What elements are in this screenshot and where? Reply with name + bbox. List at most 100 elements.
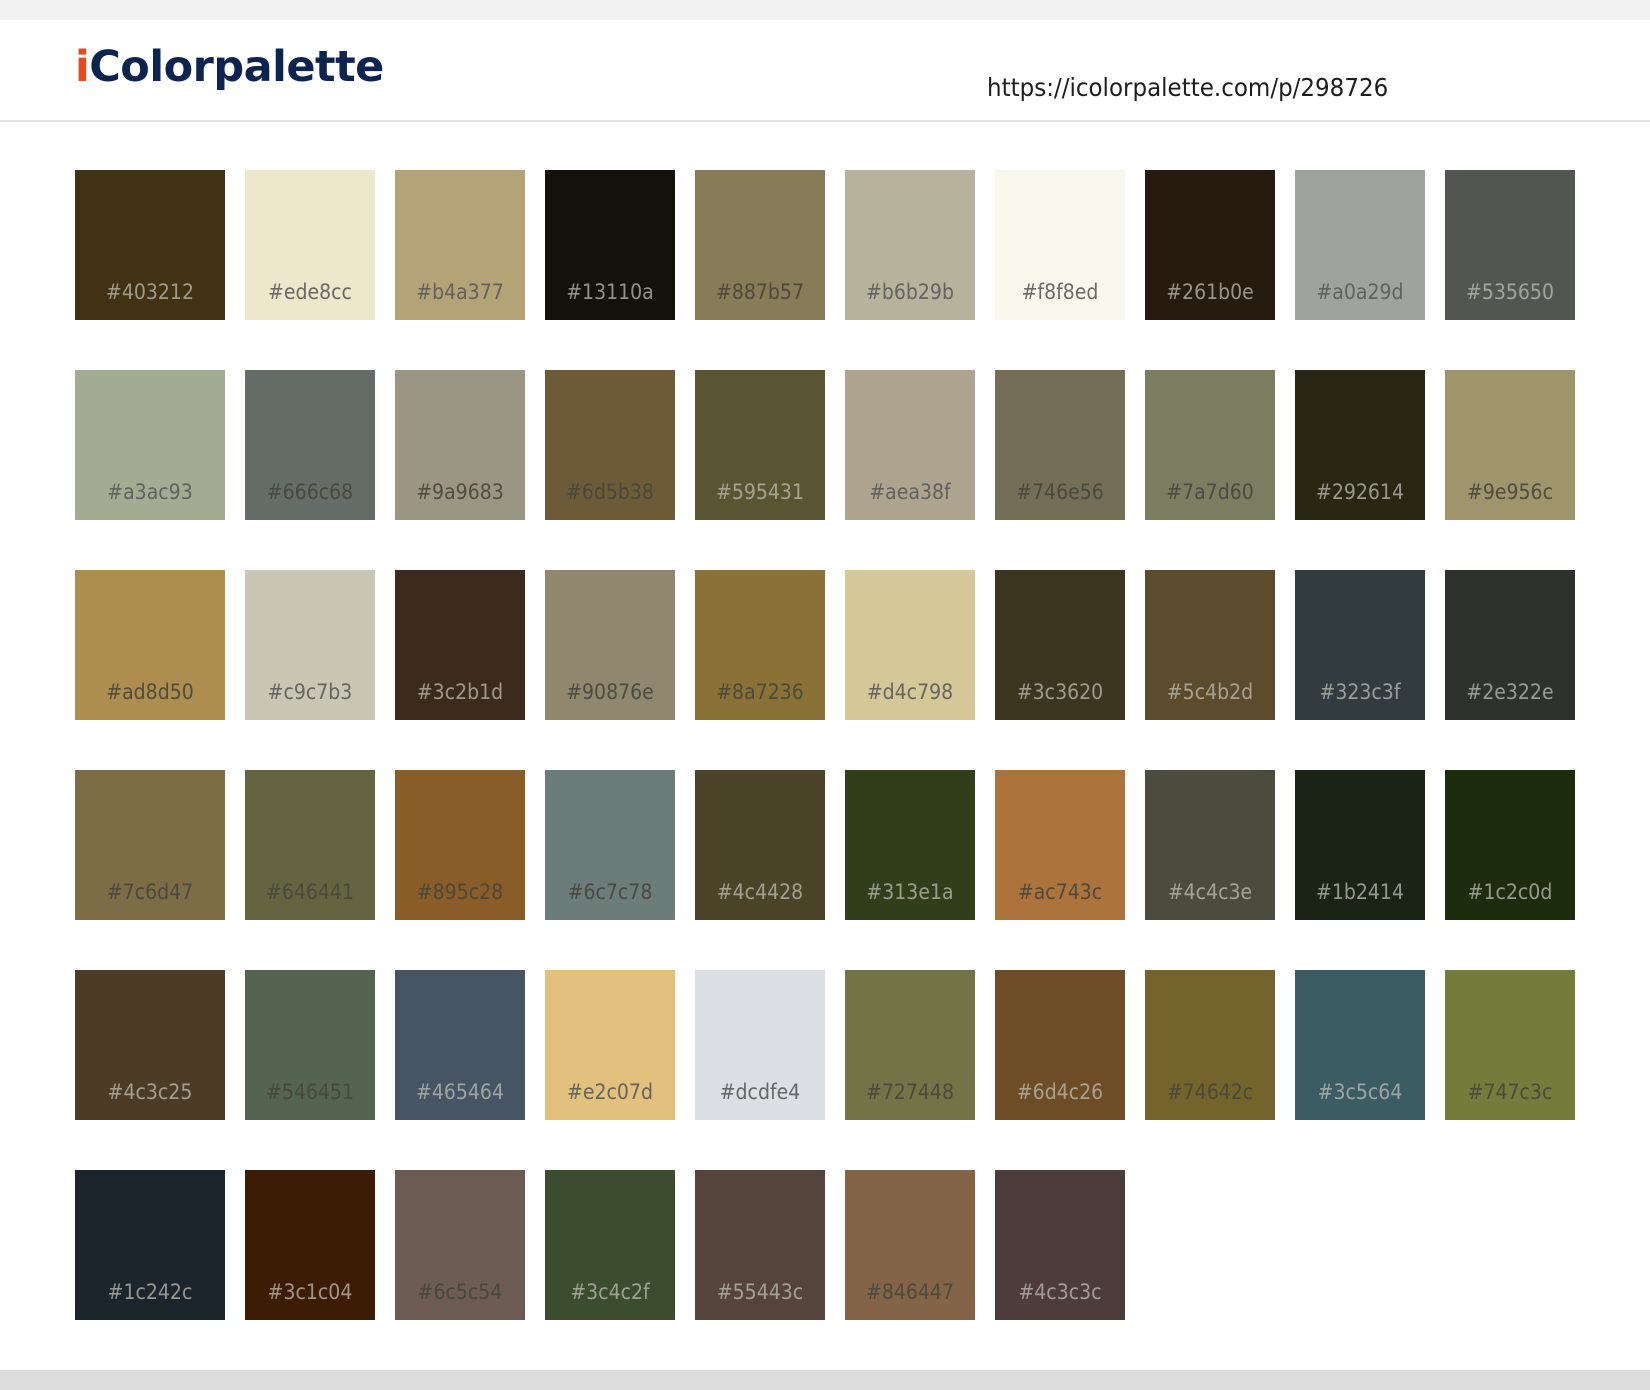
color-swatch[interactable]: #465464 xyxy=(395,970,525,1120)
color-swatch[interactable]: #746e56 xyxy=(995,370,1125,520)
color-hex-label: #b4a377 xyxy=(416,280,504,304)
color-hex-label: #4c3c3c xyxy=(1018,1280,1102,1304)
color-hex-label: #535650 xyxy=(1465,280,1554,304)
color-hex-label: #727448 xyxy=(865,1080,954,1104)
color-swatch[interactable]: #13110a xyxy=(545,170,675,320)
color-hex-label: #90876e xyxy=(566,680,654,704)
color-hex-label: #aea38f xyxy=(869,480,951,504)
color-swatch[interactable]: #261b0e xyxy=(1145,170,1275,320)
color-hex-label: #887b57 xyxy=(716,280,804,304)
color-swatch[interactable]: #a3ac93 xyxy=(75,370,225,520)
color-swatch[interactable]: #6d5b38 xyxy=(545,370,675,520)
color-swatch[interactable]: #6c7c78 xyxy=(545,770,675,920)
color-swatch[interactable]: #a0a29d xyxy=(1295,170,1425,320)
color-hex-label: #9e956c xyxy=(1467,480,1553,504)
color-hex-label: #746e56 xyxy=(1016,480,1104,504)
color-swatch[interactable]: #5c4b2d xyxy=(1145,570,1275,720)
color-swatch[interactable]: #4c3c3c xyxy=(995,1170,1125,1320)
color-swatch[interactable]: #e2c07d xyxy=(545,970,675,1120)
color-swatch[interactable]: #4c4c3e xyxy=(1145,770,1275,920)
color-hex-label: #7c6d47 xyxy=(106,880,194,904)
color-swatch[interactable]: #403212 xyxy=(75,170,225,320)
color-swatch[interactable]: #1c242c xyxy=(75,1170,225,1320)
color-swatch[interactable]: #b6b29b xyxy=(845,170,975,320)
color-swatch[interactable]: #727448 xyxy=(845,970,975,1120)
color-swatch[interactable]: #2e322e xyxy=(1445,570,1575,720)
color-hex-label: #1b2414 xyxy=(1316,880,1404,904)
color-hex-label: #c9c7b3 xyxy=(267,680,353,704)
color-swatch[interactable]: #3c5c64 xyxy=(1295,970,1425,1120)
color-swatch[interactable]: #3c3620 xyxy=(995,570,1125,720)
color-swatch[interactable]: #aea38f xyxy=(845,370,975,520)
color-swatch[interactable]: #b4a377 xyxy=(395,170,525,320)
color-hex-label: #546451 xyxy=(265,1080,354,1104)
color-hex-label: #3c3620 xyxy=(1016,680,1104,704)
color-hex-label: #9a9683 xyxy=(416,480,504,504)
footer-bar xyxy=(0,1370,1650,1390)
color-swatch[interactable]: #ede8cc xyxy=(245,170,375,320)
color-hex-label: #261b0e xyxy=(1166,280,1254,304)
page-card: iColorpalette https://icolorpalette.com/… xyxy=(0,20,1650,1370)
color-hex-label: #f8f8ed xyxy=(1021,280,1099,304)
color-hex-label: #1c2c0d xyxy=(1467,880,1553,904)
color-swatch[interactable]: #895c28 xyxy=(395,770,525,920)
color-swatch[interactable]: #666c68 xyxy=(245,370,375,520)
color-hex-label: #3c5c64 xyxy=(1317,1080,1403,1104)
color-swatch[interactable]: #292614 xyxy=(1295,370,1425,520)
color-swatch[interactable]: #f8f8ed xyxy=(995,170,1125,320)
color-swatch[interactable]: #646441 xyxy=(245,770,375,920)
color-swatch[interactable]: #1c2c0d xyxy=(1445,770,1575,920)
color-swatch[interactable]: #1b2414 xyxy=(1295,770,1425,920)
color-hex-label: #2e322e xyxy=(1466,680,1554,704)
color-swatch[interactable]: #3c2b1d xyxy=(395,570,525,720)
color-hex-label: #55443c xyxy=(716,1280,804,1304)
color-swatch[interactable]: #ad8d50 xyxy=(75,570,225,720)
site-logo[interactable]: iColorpalette xyxy=(75,46,384,89)
color-hex-label: #403212 xyxy=(105,280,194,304)
color-hex-label: #a3ac93 xyxy=(107,480,193,504)
color-hex-label: #4c3c25 xyxy=(107,1080,193,1104)
color-swatch[interactable]: #7c6d47 xyxy=(75,770,225,920)
color-hex-label: #465464 xyxy=(415,1080,504,1104)
color-hex-label: #846447 xyxy=(865,1280,954,1304)
color-hex-label: #4c4c3e xyxy=(1167,880,1253,904)
color-swatch[interactable]: #546451 xyxy=(245,970,375,1120)
color-swatch[interactable]: #6c5c54 xyxy=(395,1170,525,1320)
color-hex-label: #74642c xyxy=(1166,1080,1254,1104)
color-swatch[interactable]: #d4c798 xyxy=(845,570,975,720)
color-swatch[interactable]: #74642c xyxy=(1145,970,1275,1120)
color-swatch[interactable]: #313e1a xyxy=(845,770,975,920)
color-swatch[interactable]: #55443c xyxy=(695,1170,825,1320)
color-hex-label: #6c5c54 xyxy=(417,1280,503,1304)
color-swatch[interactable]: #ac743c xyxy=(995,770,1125,920)
color-swatch[interactable]: #535650 xyxy=(1445,170,1575,320)
color-swatch[interactable]: #7a7d60 xyxy=(1145,370,1275,520)
color-swatch[interactable]: #323c3f xyxy=(1295,570,1425,720)
color-swatch[interactable]: #9e956c xyxy=(1445,370,1575,520)
logo-text: Colorpalette xyxy=(89,42,384,92)
color-swatch[interactable]: #6d4c26 xyxy=(995,970,1125,1120)
color-swatch[interactable]: #9a9683 xyxy=(395,370,525,520)
color-swatch[interactable]: #c9c7b3 xyxy=(245,570,375,720)
color-hex-label: #5c4b2d xyxy=(1166,680,1254,704)
color-hex-label: #4c4428 xyxy=(716,880,804,904)
color-swatch[interactable]: #8a7236 xyxy=(695,570,825,720)
color-hex-label: #3c4c2f xyxy=(570,1280,650,1304)
color-hex-label: #323c3f xyxy=(1319,680,1401,704)
color-swatch[interactable]: #3c4c2f xyxy=(545,1170,675,1320)
color-swatch[interactable]: #846447 xyxy=(845,1170,975,1320)
site-header: iColorpalette https://icolorpalette.com/… xyxy=(0,20,1650,122)
color-swatch[interactable]: #4c3c25 xyxy=(75,970,225,1120)
color-hex-label: #6d5b38 xyxy=(566,480,654,504)
color-swatch[interactable]: #4c4428 xyxy=(695,770,825,920)
color-swatch[interactable]: #595431 xyxy=(695,370,825,520)
color-swatch[interactable]: #dcdfe4 xyxy=(695,970,825,1120)
color-hex-label: #747c3c xyxy=(1467,1080,1553,1104)
color-swatch[interactable]: #90876e xyxy=(545,570,675,720)
color-hex-label: #8a7236 xyxy=(716,680,804,704)
color-hex-label: #13110a xyxy=(566,280,654,304)
color-swatch[interactable]: #3c1c04 xyxy=(245,1170,375,1320)
palette-url[interactable]: https://icolorpalette.com/p/298726 xyxy=(987,75,1388,100)
color-swatch[interactable]: #747c3c xyxy=(1445,970,1575,1120)
color-swatch[interactable]: #887b57 xyxy=(695,170,825,320)
